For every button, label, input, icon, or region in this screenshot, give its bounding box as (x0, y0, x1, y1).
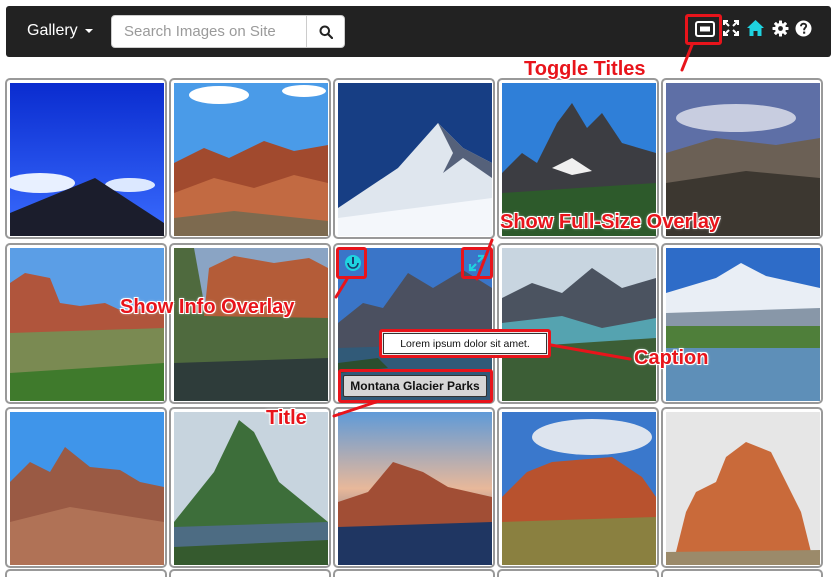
annotation-box-toggle-titles (685, 14, 722, 45)
gallery-image (338, 412, 492, 565)
annotation-box-full-size (461, 247, 493, 279)
annotation-show-info-overlay: Show Info Overlay (120, 296, 295, 318)
fullscreen-icon (723, 20, 739, 36)
annotation-show-full-size-overlay: Show Full-Size Overlay (500, 211, 721, 233)
annotation-title: Title (266, 407, 307, 429)
gallery-image (666, 412, 820, 565)
annotation-box-caption (379, 329, 551, 358)
annotation-caption: Caption (634, 347, 709, 369)
gallery-image (10, 412, 164, 565)
search-input[interactable] (111, 15, 307, 48)
help-button[interactable] (795, 20, 812, 42)
gallery-image (338, 83, 492, 236)
gallery-image (174, 248, 328, 401)
gallery-tile[interactable] (333, 407, 495, 568)
gallery-image (174, 83, 328, 236)
gallery-tile[interactable] (661, 569, 823, 577)
annotation-toggle-titles: Toggle Titles (524, 58, 646, 80)
home-icon (747, 20, 764, 36)
annotation-box-info (336, 247, 367, 279)
gallery-tile[interactable] (5, 78, 167, 239)
fullscreen-button[interactable] (723, 20, 739, 41)
gallery-tile[interactable] (333, 569, 495, 577)
gallery-tile[interactable] (169, 243, 331, 404)
gallery-tile[interactable] (661, 243, 823, 404)
gallery-tile[interactable] (5, 569, 167, 577)
gallery-dropdown[interactable]: Gallery (27, 22, 93, 40)
gallery-tile[interactable] (497, 407, 659, 568)
search-button[interactable] (306, 15, 345, 48)
gallery-image (666, 248, 820, 401)
caret-down-icon (84, 29, 93, 33)
gallery-image (10, 248, 164, 401)
home-button[interactable] (746, 19, 765, 42)
help-icon (795, 20, 812, 37)
gallery-tile[interactable] (5, 243, 167, 404)
gallery-image (174, 412, 328, 565)
gallery-tile[interactable] (169, 407, 331, 568)
settings-button[interactable] (772, 20, 789, 42)
annotation-box-title (338, 369, 493, 403)
gallery-tile[interactable] (333, 78, 495, 239)
gear-icon (772, 20, 789, 37)
search-icon (319, 25, 333, 39)
gallery-tile[interactable] (497, 569, 659, 577)
gallery-tile[interactable] (169, 569, 331, 577)
gallery-tile[interactable] (5, 407, 167, 568)
gallery-image (10, 83, 164, 236)
gallery-label: Gallery (27, 22, 78, 39)
gallery-tile[interactable] (661, 407, 823, 568)
gallery-tile[interactable] (497, 243, 659, 404)
gallery-image (502, 248, 656, 401)
gallery-tile[interactable] (169, 78, 331, 239)
gallery-image (502, 412, 656, 565)
